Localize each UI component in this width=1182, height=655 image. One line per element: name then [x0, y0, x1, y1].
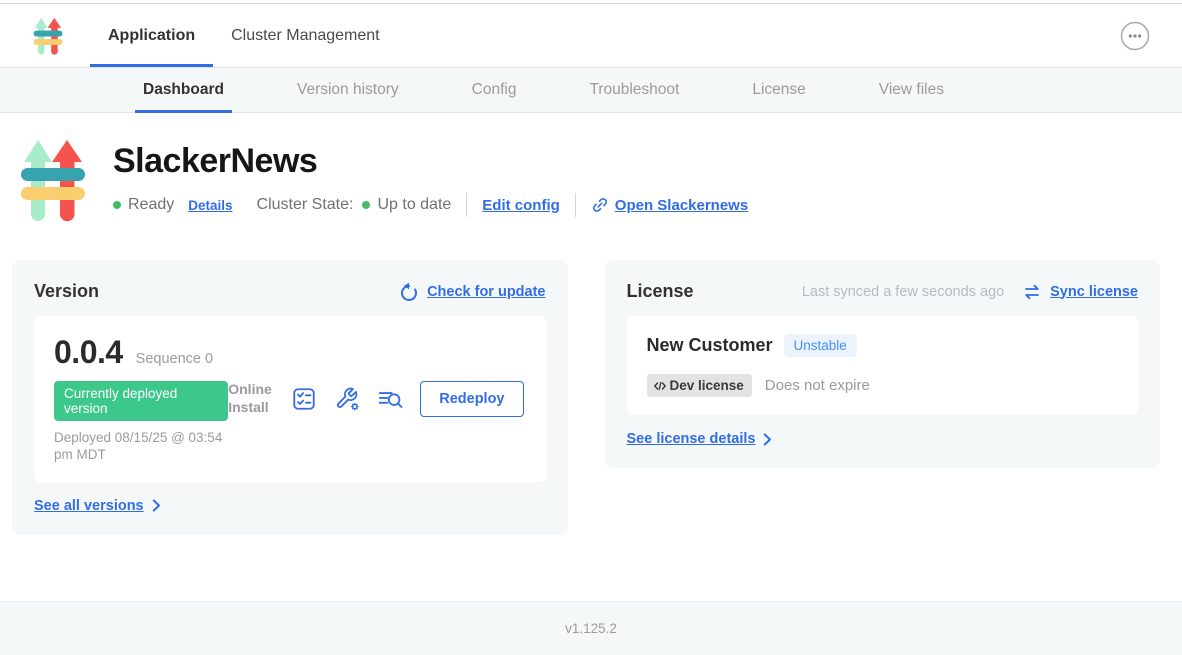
- license-customer-row: New Customer Unstable: [647, 334, 1119, 357]
- link-icon: [591, 196, 609, 214]
- version-actions: Online Install: [228, 381, 525, 417]
- tab-dashboard[interactable]: Dashboard: [135, 68, 232, 112]
- divider: [466, 193, 467, 217]
- version-row: 0.0.4 Sequence 0: [54, 334, 228, 371]
- license-card-title: License: [627, 281, 694, 302]
- tab-cluster-management[interactable]: Cluster Management: [213, 4, 398, 67]
- open-app-link[interactable]: Open Slackernews: [591, 196, 748, 214]
- page-title: SlackerNews: [113, 142, 748, 181]
- license-card-header: License Last synced a few seconds ago Sy…: [627, 281, 1139, 302]
- version-sequence: Sequence 0: [136, 351, 213, 367]
- cluster-state-label: Cluster State:: [257, 196, 354, 214]
- tab-troubleshoot[interactable]: Troubleshoot: [581, 68, 687, 112]
- currently-deployed-badge: Currently deployed version: [54, 381, 228, 421]
- sync-license-link[interactable]: Sync license: [1050, 284, 1138, 300]
- install-type-label: Online Install: [228, 381, 274, 416]
- version-number: 0.0.4: [54, 334, 123, 371]
- app-status-row: Ready Details Cluster State: Up to date …: [113, 193, 748, 217]
- last-synced-text: Last synced a few seconds ago: [802, 284, 1004, 300]
- see-license-details-label: See license details: [627, 431, 756, 447]
- tab-view-files[interactable]: View files: [871, 68, 952, 112]
- brand-logo: [33, 4, 63, 67]
- preflight-checks-icon[interactable]: [291, 386, 317, 412]
- deployed-version-panel: 0.0.4 Sequence 0 Currently deployed vers…: [34, 316, 546, 482]
- tab-dashboard-label: Dashboard: [143, 81, 224, 99]
- divider: [575, 193, 576, 217]
- sync-arrows-icon: [1022, 282, 1042, 302]
- app-status-dot: [113, 201, 121, 209]
- app-status-text: Ready: [128, 196, 174, 214]
- see-all-versions-link[interactable]: See all versions: [34, 498, 546, 514]
- slackernews-logo-icon: [33, 17, 63, 55]
- deployed-timestamp: Deployed 08/15/25 @ 03:54 pm MDT: [54, 430, 228, 464]
- redeploy-button[interactable]: Redeploy: [420, 381, 523, 417]
- customer-name: New Customer: [647, 335, 773, 356]
- see-all-versions-label: See all versions: [34, 498, 144, 514]
- edit-config-link[interactable]: Edit config: [482, 197, 560, 214]
- see-license-details-link[interactable]: See license details: [627, 431, 1139, 447]
- tab-cluster-management-label: Cluster Management: [231, 27, 380, 45]
- deployed-version-info: 0.0.4 Sequence 0 Currently deployed vers…: [54, 334, 228, 464]
- kots-admin-console: Application Cluster Management Dashboard…: [0, 0, 1182, 655]
- code-brackets-icon: [653, 380, 667, 392]
- view-logs-icon[interactable]: [377, 386, 403, 412]
- tab-version-history-label: Version history: [297, 81, 399, 99]
- slackernews-app-icon: [20, 138, 86, 222]
- app-icon: [20, 138, 86, 227]
- tab-license[interactable]: License: [744, 68, 813, 112]
- header-right: [1120, 4, 1182, 67]
- app-header: Application Cluster Management: [0, 4, 1182, 67]
- ellipsis-menu-icon[interactable]: [1120, 21, 1150, 51]
- tab-application[interactable]: Application: [90, 4, 213, 67]
- channel-badge: Unstable: [784, 334, 857, 357]
- tab-version-history[interactable]: Version history: [289, 68, 407, 112]
- chevron-right-icon: [152, 499, 161, 512]
- license-sync-area: Last synced a few seconds ago Sync licen…: [802, 282, 1138, 302]
- version-card: Version Check for update 0.0.4 Sequence …: [12, 260, 568, 535]
- license-expiry: Does not expire: [765, 377, 870, 394]
- console-version: v1.125.2: [565, 621, 617, 636]
- refresh-icon: [399, 282, 419, 302]
- app-hero: SlackerNews Ready Details Cluster State:…: [0, 113, 1182, 227]
- version-card-header: Version Check for update: [34, 281, 546, 302]
- chevron-right-icon: [763, 433, 772, 446]
- header-tabs: Application Cluster Management: [90, 4, 398, 67]
- tab-troubleshoot-label: Troubleshoot: [589, 81, 679, 99]
- app-subnav: Dashboard Version history Config Trouble…: [0, 67, 1182, 113]
- license-type-label: Dev license: [670, 378, 744, 393]
- tab-license-label: License: [752, 81, 805, 99]
- check-for-update-label: Check for update: [427, 284, 545, 300]
- check-for-update[interactable]: Check for update: [399, 282, 545, 302]
- console-footer: v1.125.2: [0, 601, 1182, 655]
- license-card: License Last synced a few seconds ago Sy…: [605, 260, 1161, 468]
- license-type-badge: Dev license: [647, 374, 752, 397]
- license-type-row: Dev license Does not expire: [647, 374, 1119, 397]
- dashboard-cards: Version Check for update 0.0.4 Sequence …: [0, 260, 1182, 535]
- cluster-state-value: Up to date: [377, 196, 451, 214]
- tab-view-files-label: View files: [879, 81, 944, 99]
- license-details-panel: New Customer Unstable Dev license Does n…: [627, 316, 1139, 415]
- version-card-title: Version: [34, 281, 99, 302]
- status-details-link[interactable]: Details: [188, 198, 232, 213]
- config-wrench-icon[interactable]: [334, 386, 360, 412]
- tab-config[interactable]: Config: [464, 68, 525, 112]
- tab-application-label: Application: [108, 27, 195, 45]
- open-app-link-label: Open Slackernews: [615, 197, 748, 214]
- app-hero-body: SlackerNews Ready Details Cluster State:…: [113, 138, 748, 227]
- tab-config-label: Config: [472, 81, 517, 99]
- cluster-state-dot: [362, 201, 370, 209]
